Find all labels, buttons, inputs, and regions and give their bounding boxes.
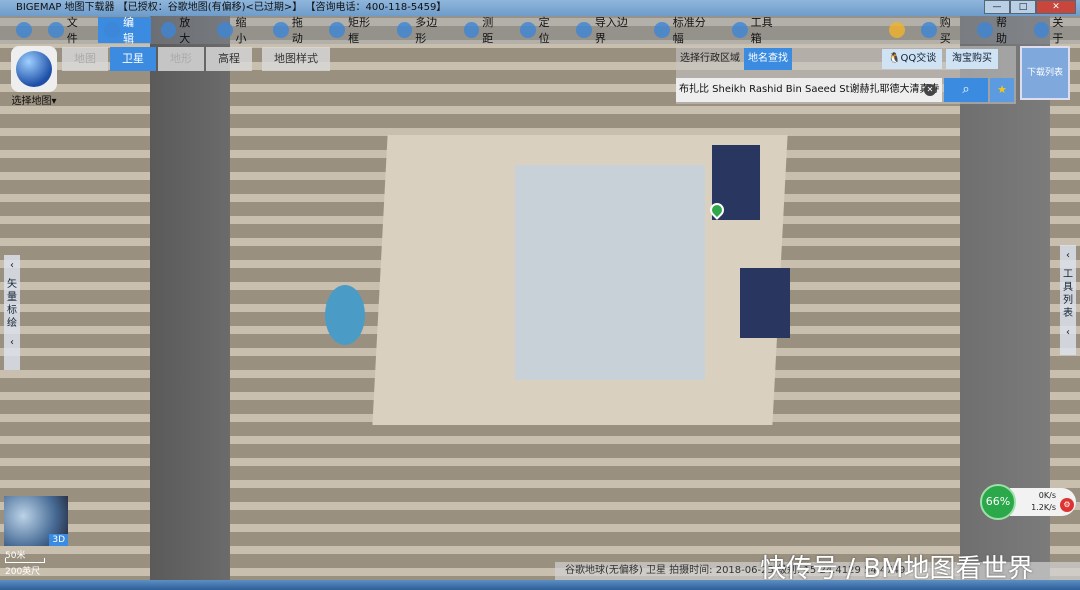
toolbar-standard-grid[interactable]: 标准分幅 [648,16,722,45]
cart-icon [921,22,937,38]
toolbar-pan[interactable]: 拖动 [267,16,319,45]
taobao-buy-button[interactable]: 淘宝购买 [946,49,998,69]
tab-map[interactable]: 地图 [62,47,108,71]
download-list-button[interactable]: 下载列表 [1020,46,1070,100]
qq-icon: 🐧 [888,53,901,64]
app-logo-icon [10,17,38,43]
toolbar-file[interactable]: 文件 [42,16,94,45]
toolbar-help[interactable]: 帮助 [971,16,1023,45]
toolbar-edit[interactable]: 编辑 [98,16,151,45]
polygon-icon [396,22,413,38]
qq-chat-button[interactable]: 🐧QQ交谈 [882,49,943,69]
tab-terrain[interactable]: 地形 [158,47,204,71]
toolbar-buy[interactable]: 购买 [915,16,967,45]
os-taskbar [0,580,1080,590]
tool-list-panel-toggle[interactable]: ‹ 工具列表 ‹ [1060,245,1076,355]
tab-satellite[interactable]: 卫星 [110,47,156,71]
toolbar-zoom-in[interactable]: 放大 [155,16,207,45]
toolbar-toolbox[interactable]: 工具箱 [726,16,789,45]
maximize-button[interactable]: □ [1010,0,1036,14]
main-toolbar: 文件 编辑 放大 缩小 拖动 矩形框 多边形 测距 定位 导入边界 标准分幅 工… [0,16,1080,45]
window-title: BIGEMAP 地图下载器 【已授权：谷歌地图(有偏移)<已过期>】 【咨询电话… [16,2,447,13]
grid-icon [654,22,670,38]
zoom-out-icon [216,22,233,38]
toolbar-zoom-out[interactable]: 缩小 [211,16,263,45]
import-icon [576,22,592,38]
search-button[interactable]: ⌕ [944,78,988,102]
map-type-tabs: 地图 卫星 地形 高程 地图样式 [62,47,330,71]
map-feature-pool [740,268,790,338]
tab-map-style[interactable]: 地图样式 [262,47,330,71]
tab-elevation[interactable]: 高程 [206,47,252,71]
minimap-3d[interactable]: 3D [4,496,68,546]
toolbox-icon [731,22,748,38]
info-icon [1033,22,1050,38]
search-input[interactable]: 布扎比 Sheikh Rashid Bin Saeed St谢赫扎耶德大清真寺 [676,78,942,102]
map-feature-fountain [325,285,365,345]
network-speed-widget[interactable]: 0K/s 1.2K/s ⚙ 66% [980,484,1078,520]
toolbar-rectangle[interactable]: 矩形框 [323,16,386,45]
settings-icon[interactable]: ⚙ [1060,498,1074,512]
vip-icon[interactable] [883,17,911,43]
hand-icon [273,22,289,38]
star-icon: ★ [997,83,1007,96]
scale-bar: 50米 200英尺 [5,548,47,577]
map-feature-courtyard [515,165,705,380]
zoom-in-icon [160,22,177,38]
select-map-button[interactable]: 选择地图▾ [8,46,60,110]
toolbar-about[interactable]: 关于 [1028,16,1080,45]
toolbar-measure[interactable]: 测距 [458,16,510,45]
folder-icon [48,22,64,38]
search-icon: ⌕ [962,82,970,97]
toolbar-import-boundary[interactable]: 导入边界 [570,16,644,45]
close-button[interactable]: ✕ [1036,0,1076,14]
3d-toggle[interactable]: 3D [49,534,68,546]
minimize-button[interactable]: — [984,0,1010,14]
ruler-icon [463,22,480,38]
favorite-button[interactable]: ★ [990,78,1014,102]
help-icon [977,22,994,38]
toolbar-polygon[interactable]: 多边形 [391,16,454,45]
search-panel: 选择行政区域 地名查找 🐧QQ交谈 淘宝购买 布扎比 Sheikh Rashid… [676,46,1016,104]
memory-usage-gauge: 66% [980,484,1016,520]
tab-place-search[interactable]: 地名查找 [744,48,792,70]
clear-icon[interactable]: ✕ [924,84,936,96]
toolbar-locate[interactable]: 定位 [514,16,566,45]
location-icon [519,22,536,38]
tab-select-region[interactable]: 选择行政区域 [676,48,744,70]
rectangle-icon [329,22,346,38]
edit-icon [104,22,120,38]
globe-icon [11,46,57,92]
vector-plot-panel-toggle[interactable]: ‹ 矢量标绘 ‹ [4,255,20,370]
